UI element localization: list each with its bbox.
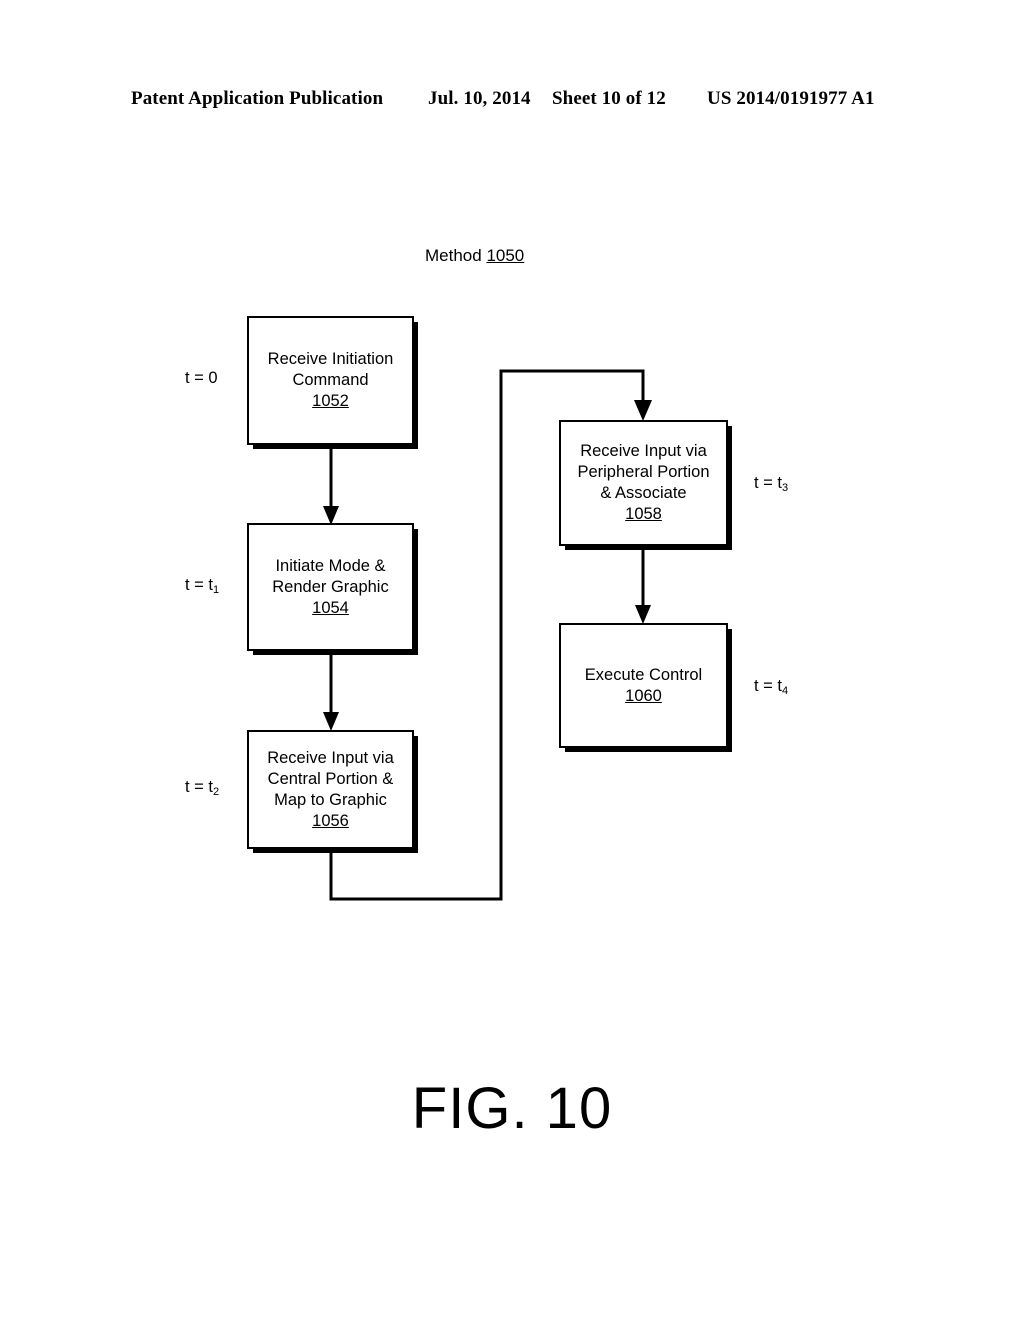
method-title-reference: 1050: [486, 246, 525, 265]
time-label-t3-subscript: 3: [781, 482, 789, 494]
method-title: Method 1050: [425, 246, 524, 266]
time-label-t3-base: t = t: [754, 474, 782, 492]
header-date-text: Jul. 10, 2014: [428, 88, 531, 109]
flow-box-receive-input-peripheral-portion: Receive Input via Peripheral Portion & A…: [559, 420, 728, 546]
flow-box-execute-control: Execute Control 1060: [559, 623, 728, 748]
flow-box-text: Receive Input via Peripheral Portion & A…: [577, 442, 710, 502]
time-label-t0: t = 0: [185, 369, 218, 387]
figure-caption: FIG. 10: [411, 1076, 613, 1141]
flow-box-text: Execute Control: [584, 665, 703, 684]
time-label-t1: t = t1: [185, 576, 220, 596]
method-title-label: Method: [425, 246, 482, 265]
flow-box-reference: 1060: [625, 686, 662, 705]
time-label-t3: t = t3: [754, 474, 789, 494]
flow-box-reference: 1054: [312, 598, 349, 617]
time-label-t1-base: t = t: [185, 576, 213, 594]
patent-header: Patent Application Publication Jul. 10, …: [0, 88, 1024, 114]
time-label-t2: t = t2: [185, 778, 220, 798]
time-label-t2-base: t = t: [185, 778, 213, 796]
time-label-t4-base: t = t: [754, 677, 782, 695]
connector-1052-to-1054: [323, 445, 339, 525]
flow-box-reference: 1052: [312, 392, 349, 410]
connector-1058-to-1060: [635, 546, 651, 624]
flow-box-initiate-mode-render-graphic: Initiate Mode & Render Graphic 1054: [247, 523, 414, 651]
header-publication-number: US 2014/0191977 A1: [707, 88, 875, 109]
header-publication-text: Patent Application Publication: [131, 88, 384, 109]
header-sheet-text: Sheet 10 of 12: [552, 88, 666, 109]
connector-1054-to-1056: [323, 651, 339, 731]
flow-box-text: Receive Initiation Command: [267, 350, 394, 389]
flow-box-text: Receive Input via Central Portion & Map …: [267, 748, 394, 809]
flow-box-receive-initiation-command: Receive Initiation Command 1052: [247, 316, 414, 445]
flow-box-text: Initiate Mode & Render Graphic: [272, 556, 389, 596]
flow-box-receive-input-central-portion: Receive Input via Central Portion & Map …: [247, 730, 414, 849]
flow-box-reference: 1056: [312, 811, 349, 830]
time-label-t4: t = t4: [754, 677, 789, 697]
time-label-t4-subscript: 4: [781, 685, 789, 697]
flow-box-reference: 1058: [625, 505, 662, 523]
time-label-t2-subscript: 2: [212, 786, 220, 798]
time-label-t1-subscript: 1: [212, 584, 220, 596]
